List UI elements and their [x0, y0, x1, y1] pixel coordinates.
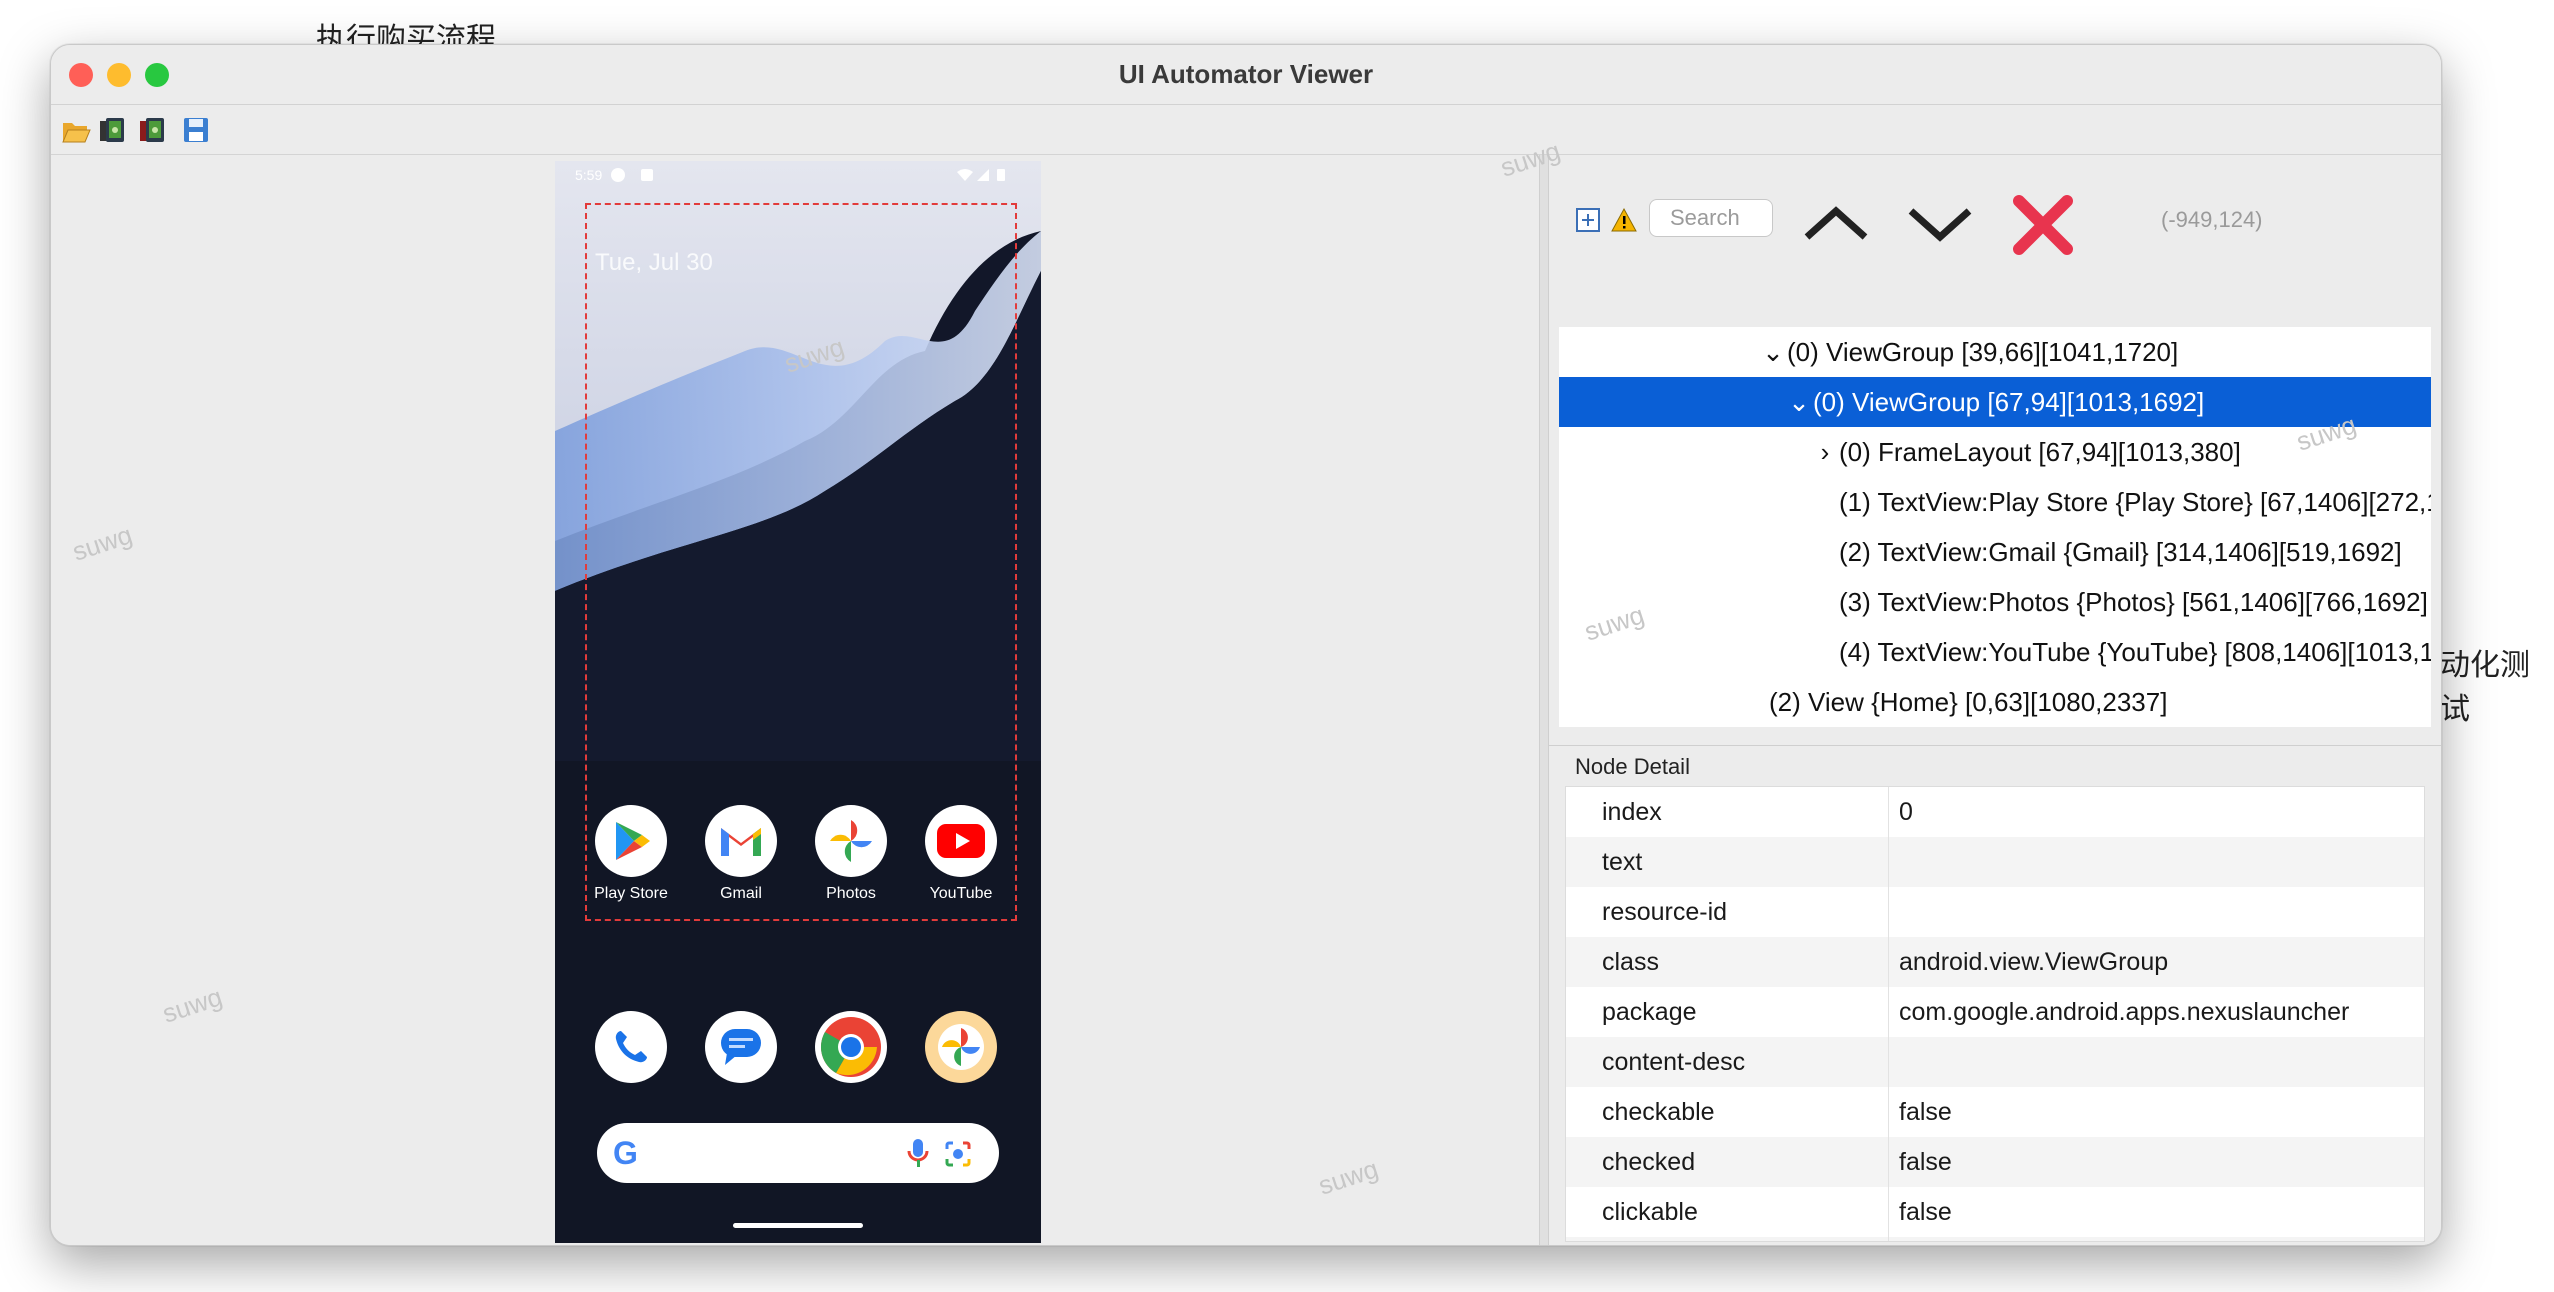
detail-row[interactable]: text	[1566, 837, 2424, 887]
tree-node[interactable]: (1) TextView:Play Store {Play Store} [67…	[1559, 477, 2431, 527]
tree-node-label: (0) ViewGroup [39,66][1041,1720]	[1787, 337, 2179, 367]
google-lens-icon[interactable]	[943, 1139, 973, 1169]
node-detail-panel: Node Detail index 0 text resource-id clas…	[1549, 745, 2441, 1245]
detail-row[interactable]: clickable false	[1566, 1187, 2424, 1237]
detail-value: 0	[1888, 787, 1913, 837]
hierarchy-pane: Search (-949,124) ⌄ (0) ViewGroup [39,66]…	[1549, 155, 2441, 1245]
detail-row[interactable]: content-desc	[1566, 1037, 2424, 1087]
tree-node-label: (2) TextView:Gmail {Gmail} [314,1406][51…	[1839, 537, 2402, 567]
app-window: UI Automator Viewer 5:59 Tue, Jul 30 Pla…	[50, 44, 2442, 1246]
collapse-icon[interactable]: ⌄	[1785, 377, 1813, 427]
detail-value	[1888, 887, 1899, 937]
photos-icon[interactable]	[815, 805, 887, 877]
background-side-caption: 动化测试	[2440, 648, 2530, 727]
tree-node-label: (4) TextView:YouTube {YouTube} [808,1406…	[1839, 637, 2431, 667]
detail-row[interactable]: index 0	[1566, 787, 2424, 837]
detail-value: android.view.ViewGroup	[1888, 937, 2168, 987]
microphone-icon[interactable]	[905, 1137, 931, 1169]
detail-value: false	[1888, 1187, 1952, 1237]
detail-value: com.google.android.apps.nexuslauncher	[1888, 987, 2349, 1037]
tree-node-selected[interactable]: ⌄ (0) ViewGroup [67,94][1013,1692]	[1559, 377, 2431, 427]
detail-key: index	[1602, 798, 1662, 826]
chrome-icon[interactable]	[815, 1011, 887, 1083]
detail-value	[1888, 1037, 1899, 1087]
detail-value: false	[1888, 1087, 1952, 1137]
tree-node[interactable]: ⌄ (0) ViewGroup [39,66][1041,1720]	[1559, 327, 2431, 377]
clear-search-icon[interactable]	[2011, 193, 2075, 257]
youtube-icon[interactable]	[925, 805, 997, 877]
status-app-icon	[641, 169, 653, 181]
device-screenshot-compressed-icon[interactable]	[139, 115, 169, 145]
tree-node[interactable]: (2) View {Home} [0,63][1080,2337]	[1559, 677, 2431, 727]
tree-node-label: (0) FrameLayout [67,94][1013,380]	[1839, 437, 2241, 467]
tree-node-label: (3) TextView:Photos {Photos} [561,1406][…	[1839, 587, 2428, 617]
phone-icon[interactable]	[595, 1011, 667, 1083]
main-toolbar	[51, 105, 2441, 155]
next-match-icon[interactable]	[1905, 203, 1975, 243]
play-store-icon[interactable]	[595, 805, 667, 877]
collapse-icon[interactable]: ⌄	[1759, 327, 1787, 377]
open-folder-icon[interactable]	[61, 115, 91, 145]
google-search-bar[interactable]: G	[597, 1123, 999, 1183]
node-detail-table: index 0 text resource-id class android.vie…	[1565, 786, 2425, 1242]
pane-splitter[interactable]	[1539, 155, 1549, 1245]
detail-key: resource-id	[1602, 898, 1728, 926]
detail-row[interactable]: resource-id	[1566, 887, 2424, 937]
tree-node[interactable]: (4) TextView:YouTube {YouTube} [808,1406…	[1559, 627, 2431, 677]
status-bar: 5:59	[555, 161, 1041, 189]
tree-node-label: (0) ViewGroup [67,94][1013,1692]	[1813, 387, 2205, 417]
detail-row[interactable]: package com.google.android.apps.nexuslaun…	[1566, 987, 2424, 1037]
previous-match-icon[interactable]	[1801, 203, 1871, 243]
tree-node-label: (2) View {Home} [0,63][1080,2337]	[1769, 687, 2168, 717]
app-label-gmail: Gmail	[720, 885, 762, 902]
app-label-photos: Photos	[826, 885, 876, 902]
warning-icon[interactable]	[1611, 207, 1637, 233]
app-label-youtube: YouTube	[929, 885, 993, 902]
messages-icon[interactable]	[705, 1011, 777, 1083]
status-time: 5:59	[575, 167, 603, 183]
detail-key: content-desc	[1602, 1048, 1746, 1076]
detail-value	[1888, 837, 1899, 887]
window-title: UI Automator Viewer	[1118, 59, 1374, 89]
detail-row[interactable]: checkable false	[1566, 1087, 2424, 1137]
google-logo-icon: G	[613, 1135, 638, 1171]
tree-node-label: (1) TextView:Play Store {Play Store} [67…	[1839, 487, 2431, 517]
hierarchy-tree: ⌄ (0) ViewGroup [39,66][1041,1720] ⌄ (0) V…	[1559, 327, 2431, 727]
title-bar: UI Automator Viewer	[51, 45, 2441, 105]
save-icon[interactable]	[181, 115, 211, 145]
detail-value: true	[1888, 1237, 1942, 1241]
status-indicators-icon	[957, 169, 1005, 181]
expand-icon[interactable]: ›	[1811, 427, 1839, 477]
tree-node[interactable]: (3) TextView:Photos {Photos} [561,1406][…	[1559, 577, 2431, 627]
detail-row[interactable]: checked false	[1566, 1137, 2424, 1187]
detail-row[interactable]: class android.view.ViewGroup	[1566, 937, 2424, 987]
detail-key: package	[1602, 998, 1697, 1026]
app-label-play-store: Play Store	[594, 885, 668, 902]
detail-key: text	[1602, 848, 1643, 876]
detail-key: checked	[1602, 1148, 1696, 1176]
home-gesture-bar[interactable]	[733, 1223, 863, 1228]
device-screenshot[interactable]: 5:59 Tue, Jul 30 Play Store Gmail Photos…	[555, 161, 1041, 1243]
detail-row[interactable]: enabled true	[1566, 1237, 2424, 1241]
notification-icon	[611, 168, 625, 182]
gmail-icon[interactable]	[705, 805, 777, 877]
detail-value: false	[1888, 1137, 1952, 1187]
detail-key: enabled	[1602, 1237, 1691, 1241]
device-screenshot-icon[interactable]	[99, 115, 129, 145]
detail-key: class	[1602, 948, 1659, 976]
node-detail-title: Node Detail	[1575, 754, 1690, 779]
expand-all-icon[interactable]	[1575, 207, 1601, 233]
detail-key: checkable	[1602, 1098, 1715, 1126]
cursor-coordinates: (-949,124)	[2161, 207, 2263, 232]
search-input[interactable]: Search	[1649, 199, 1773, 237]
tree-node[interactable]: (2) TextView:Gmail {Gmail} [314,1406][51…	[1559, 527, 2431, 577]
detail-key: clickable	[1602, 1198, 1698, 1226]
photos-dock-icon[interactable]	[925, 1011, 997, 1083]
